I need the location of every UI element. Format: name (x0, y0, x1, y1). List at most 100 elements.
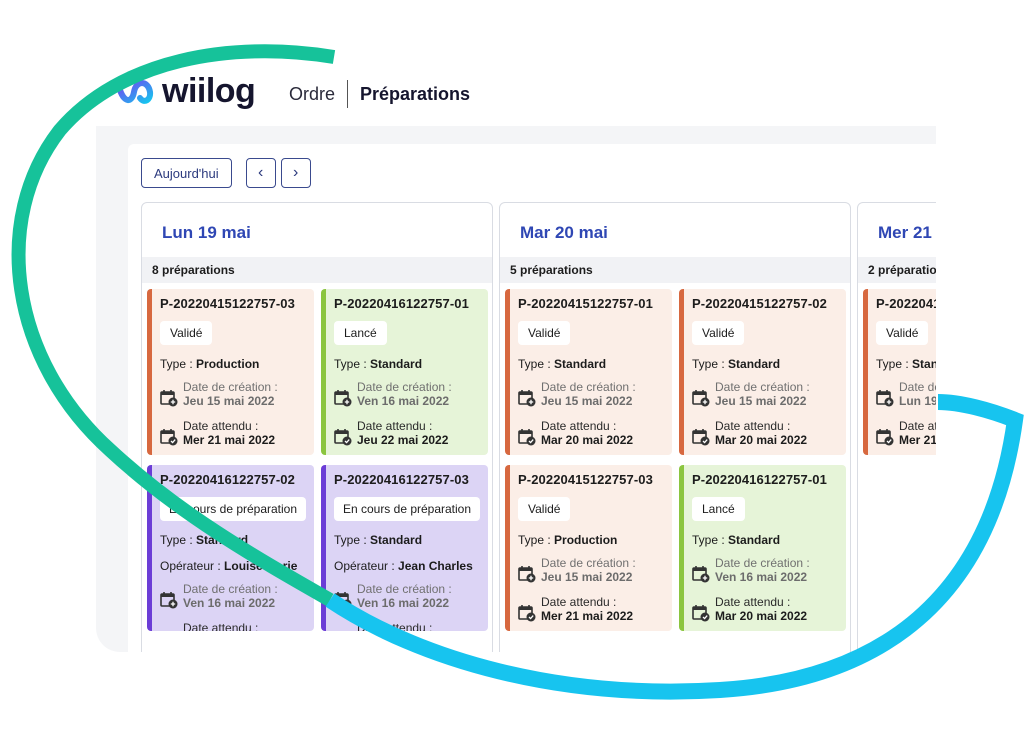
due-date-value: Mer 21 mai 2022 (183, 433, 276, 447)
calendar-add-icon (518, 557, 541, 586)
due-date-value: Mar 20 mai 2022 (715, 609, 808, 623)
due-date-label: Date attendu : (357, 419, 433, 433)
type-value: Production (196, 357, 260, 371)
status-badge: Validé (692, 321, 745, 345)
creation-date-label: Date de création : (899, 380, 936, 394)
preparation-card[interactable]: P-20220416122757-01 Lancé Type : Standar… (321, 289, 488, 455)
preparation-card[interactable]: P-20220416122757-02 En cours de préparat… (147, 465, 314, 631)
due-date: Date attendu :Mar 20 mai 2022 (334, 622, 488, 632)
preparation-card[interactable]: P-20220415122757-01 Validé Type : Standa… (505, 289, 672, 455)
due-date-label: Date attendu : (541, 595, 617, 609)
next-button[interactable]: › (280, 158, 311, 188)
calendar-check-icon (334, 420, 357, 449)
creation-date-value: Jeu 15 mai 2022 (715, 394, 807, 408)
type-label: Type : (518, 357, 551, 371)
operator-value: Jean Charles (398, 559, 473, 573)
day-title: Mar 20 mai (520, 223, 608, 242)
calendar-add-icon (160, 381, 183, 410)
preparation-card[interactable]: P-20220416122757-03 En cours de préparat… (321, 465, 488, 631)
today-button[interactable]: Aujourd'hui (141, 158, 232, 188)
type-row: Type : Standard (692, 357, 846, 371)
due-date-value: Mer 21 mai 2022 (541, 609, 634, 623)
creation-date: Date de création : Ven 16 mai 2022 (160, 583, 314, 612)
wiilog-logo[interactable]: wiilog (114, 72, 256, 111)
preparation-card[interactable]: P-20220416122757-01 Lancé Type : Standar… (679, 465, 846, 631)
calendar-add-icon (518, 381, 541, 410)
type-label: Type : (334, 533, 367, 547)
day-title: Mer 21 mai (878, 223, 936, 242)
creation-date-value: Ven 16 mai 2022 (357, 394, 450, 408)
creation-date-value: Ven 16 mai 2022 (715, 570, 808, 584)
calendar-add-icon (334, 583, 357, 612)
creation-date: Date de création : Jeu 15 mai 2022 (518, 557, 672, 586)
preparation-card[interactable]: P-20220415122757-03 Validé Type : Produc… (147, 289, 314, 455)
type-label: Type : (518, 533, 551, 547)
due-date: Date attendu :Mar 20 mai 2022 (518, 420, 672, 449)
preparation-id: P-20220416122757-03 (334, 472, 469, 487)
calendar-check-icon (692, 420, 715, 449)
type-label: Type : (692, 357, 725, 371)
type-row: Type : Standard (692, 533, 846, 547)
day-title: Lun 19 mai (162, 223, 251, 242)
calendar-add-icon (160, 583, 183, 612)
calendar-check-icon (160, 420, 183, 449)
creation-date: Date de création : Ven 16 mai 2022 (334, 381, 488, 410)
type-row: Type : Standard (160, 533, 314, 547)
chevron-right-icon: › (292, 164, 299, 181)
breadcrumb: Ordre Préparations (289, 80, 470, 108)
nav-ordre-link[interactable]: Ordre (289, 80, 349, 108)
type-label: Type : (876, 357, 909, 371)
due-date: Date attendu :Mer 21 mai 2022 (160, 420, 314, 449)
planning-board: Aujourd'hui ‹ › Lun 19 mai 8 préparation… (128, 144, 936, 652)
due-date-label: Date attendu : (899, 419, 936, 433)
creation-date-label: Date de création : (715, 556, 810, 570)
calendar-check-icon (692, 596, 715, 625)
preparation-count: 8 préparations (142, 257, 492, 283)
main-panel: Aujourd'hui ‹ › Lun 19 mai 8 préparation… (96, 126, 936, 652)
calendar-add-icon (692, 381, 715, 410)
status-badge: Validé (876, 321, 929, 345)
type-value: Standard (370, 533, 423, 547)
status-badge: Lancé (334, 321, 387, 345)
preparation-id: P-20220415122757-01 (876, 296, 936, 311)
creation-date: Date de création : Jeu 15 mai 2022 (518, 381, 672, 410)
preparation-card[interactable]: P-20220415122757-01 Validé Type : Standa… (863, 289, 936, 455)
creation-date: Date de création : Ven 16 mai 2022 (692, 557, 846, 586)
calendar-add-icon (876, 381, 899, 410)
operator-label: Opérateur : (160, 559, 221, 573)
status-badge: Validé (518, 321, 571, 345)
previous-button[interactable]: ‹ (245, 158, 276, 188)
type-row: Type : Standard (334, 533, 488, 547)
preparation-id: P-20220416122757-02 (160, 472, 295, 487)
calendar-check-icon (160, 622, 183, 631)
creation-date-label: Date de création : (357, 582, 452, 596)
status-badge: En cours de préparation (334, 497, 480, 521)
due-date-label: Date attendu : (183, 419, 259, 433)
creation-date-label: Date de création : (541, 380, 636, 394)
calendar-add-icon (334, 381, 357, 410)
date-toolbar: Aujourd'hui ‹ › (141, 158, 311, 188)
type-row: Type : Production (160, 357, 314, 371)
creation-date-label: Date de création : (183, 380, 278, 394)
type-value: Standard (728, 533, 781, 547)
type-value: Standard (912, 357, 936, 371)
creation-date-value: Ven 16 mai 2022 (357, 596, 450, 610)
status-badge: Lancé (692, 497, 745, 521)
chevron-left-icon: ‹ (257, 164, 264, 181)
page-title: Préparations (360, 83, 471, 104)
operator-label: Opérateur : (334, 559, 395, 573)
creation-date-value: Jeu 15 mai 2022 (183, 394, 275, 408)
creation-date-label: Date de création : (715, 380, 810, 394)
type-label: Type : (160, 357, 193, 371)
creation-date-label: Date de création : (357, 380, 452, 394)
creation-date-value: Jeu 15 mai 2022 (541, 394, 633, 408)
type-label: Type : (692, 533, 725, 547)
preparation-card[interactable]: P-20220415122757-03 Validé Type : Produc… (505, 465, 672, 631)
day-column: Mar 20 mai 5 préparations P-202204151227… (499, 202, 851, 652)
due-date: Date attendu :Mar 20 mai 2022 (160, 622, 314, 632)
type-value: Standard (370, 357, 423, 371)
creation-date: Date de création :Lun 19 mai 2022 (876, 381, 936, 410)
preparation-card[interactable]: P-20220415122757-02 Validé Type : Standa… (679, 289, 846, 455)
due-date: Date attendu :Mar 20 mai 2022 (692, 596, 846, 625)
due-date-value: Jeu 22 mai 2022 (357, 433, 449, 447)
